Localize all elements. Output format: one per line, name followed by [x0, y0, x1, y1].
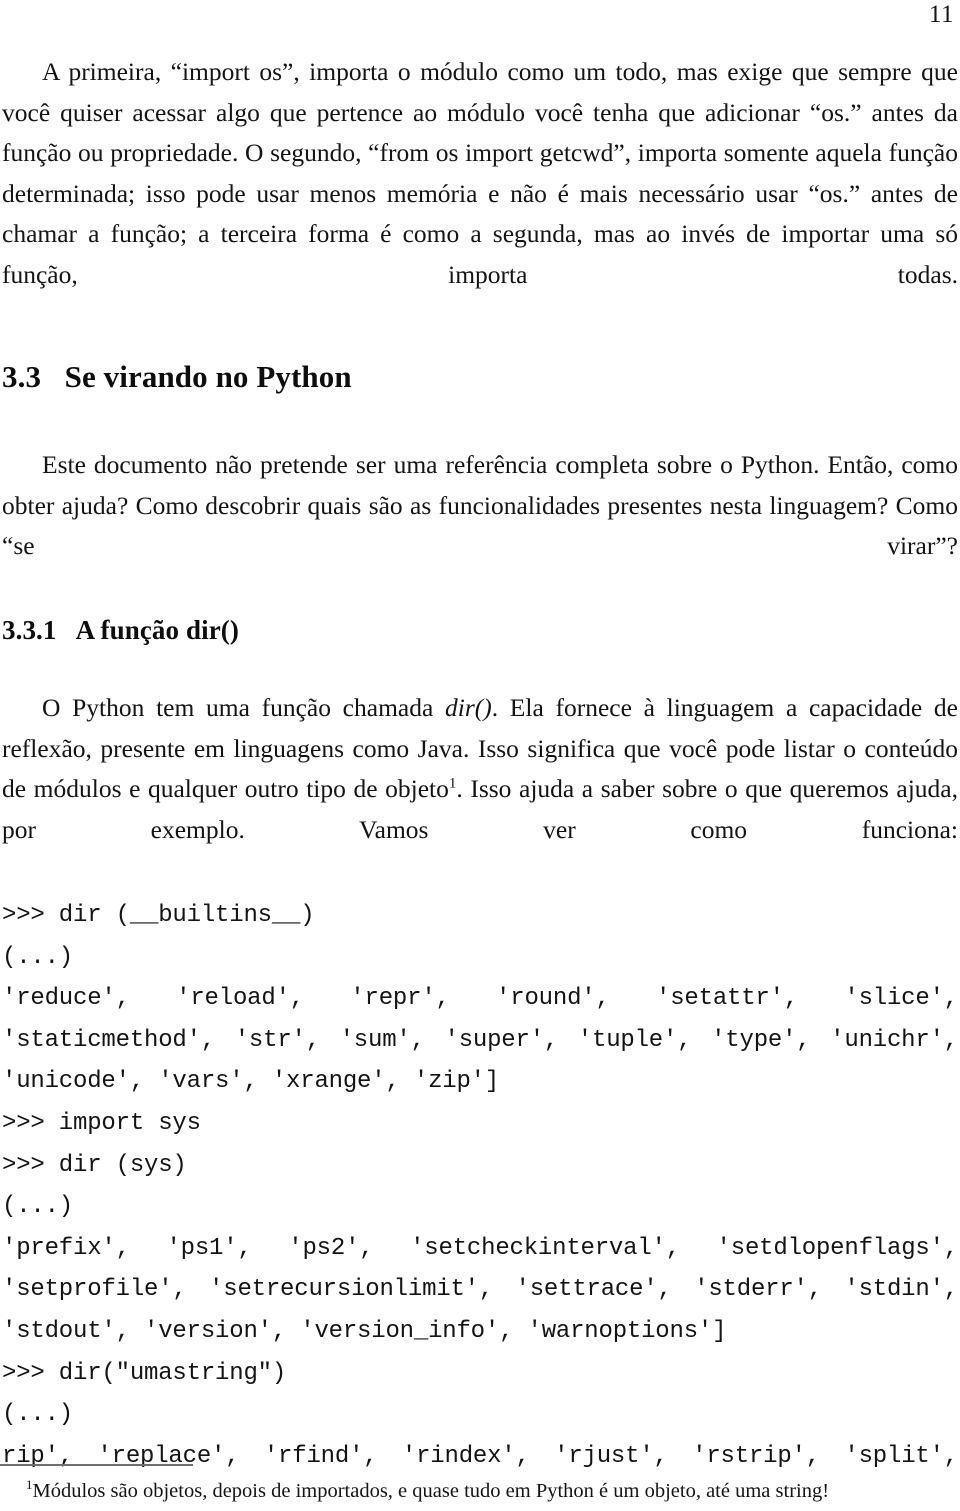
paragraph-help-container: Este documento não pretende ser uma refe… — [2, 445, 958, 607]
code-line: (...) — [2, 1401, 74, 1429]
p3-inline-code-dir: dir() — [444, 693, 492, 722]
code-line: >>> dir (__builtins__) — [2, 902, 315, 929]
paragraph-help: Este documento não pretende ser uma refe… — [2, 450, 958, 560]
section-heading: 3.3 Se virando no Python — [2, 358, 352, 396]
p3-segment-1: O Python tem uma função chamada — [42, 693, 445, 722]
paragraph-dir-function-container: O Python tem uma função chamada dir(). E… — [2, 688, 958, 891]
code-line: >>> dir("umastring") — [2, 1359, 287, 1387]
code-line: (...) — [2, 943, 74, 971]
subsection-number: 3.3.1 — [2, 615, 57, 645]
code-line: 'prefix', 'ps1', 'ps2', 'setcheckinterva… — [2, 1234, 958, 1262]
code-line: 'reduce', 'reload', 'repr', 'round', 'se… — [2, 985, 958, 1013]
python-session-code-block: >>> dir (__builtins__) (...) 'reduce', 're… — [2, 895, 958, 1477]
section-number: 3.3 — [2, 359, 42, 394]
page-number: 11 — [928, 1, 954, 28]
section-title: Se virando no Python — [64, 359, 352, 394]
subsection-heading: 3.3.1 A função dir() — [2, 613, 239, 647]
footnote-text: Módulos são objetos, depois de importado… — [32, 1480, 830, 1502]
subsection-title: A função dir() — [75, 615, 239, 645]
document-page: 11 A primeira, “import os”, importa o mó… — [0, 0, 960, 1511]
code-line: >>> dir (sys) — [2, 1151, 187, 1179]
footnote: 1Módulos são objetos, depois de importad… — [2, 1478, 958, 1504]
paragraph-import-forms-container: A primeira, “import os”, importa o módul… — [2, 52, 958, 336]
footnote-separator-rule — [0, 1464, 193, 1466]
subsection-heading-container: 3.3.1 A função dir() — [2, 613, 239, 647]
code-line: rip', 'replace', 'rfind', 'rindex', 'rju… — [2, 1442, 958, 1470]
code-line: 'setprofile', 'setrecursionlimit', 'sett… — [2, 1276, 958, 1304]
paragraph-import-forms: A primeira, “import os”, importa o módul… — [2, 57, 958, 289]
section-heading-container: 3.3 Se virando no Python — [2, 358, 352, 396]
code-line: 'staticmethod', 'str', 'sum', 'super', '… — [2, 1026, 958, 1054]
code-line: (...) — [2, 1193, 74, 1221]
code-line: >>> import sys — [2, 1109, 201, 1137]
paragraph-dir-function: O Python tem uma função chamada dir(). E… — [2, 688, 958, 891]
